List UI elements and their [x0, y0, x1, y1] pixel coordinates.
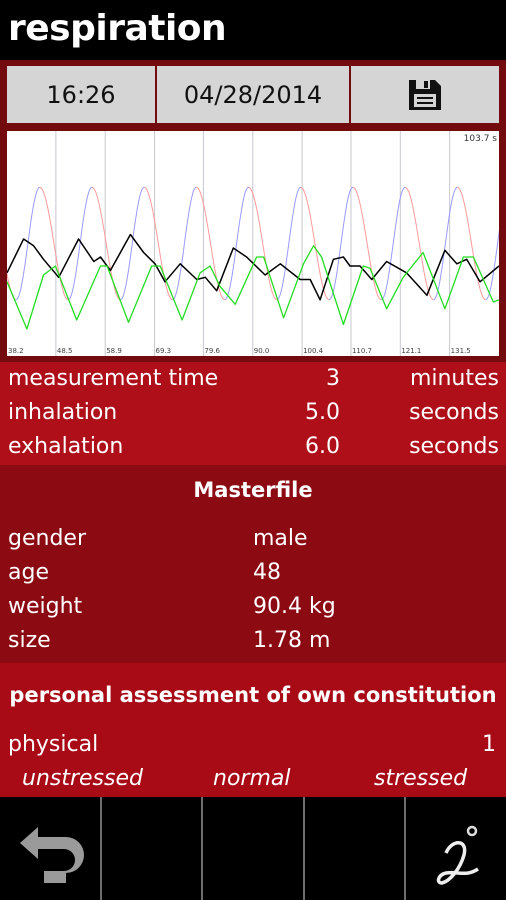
weight-row: weight 90.4 kg	[0, 594, 506, 628]
row-value: 48	[253, 560, 281, 585]
inhale-guide-curve	[172, 186, 197, 301]
window-label: 103.7 s	[464, 134, 498, 144]
masterfile-section: Masterfile gender male age 48 weight 90.4 k…	[0, 465, 506, 663]
x-tick-label: 90.0	[254, 347, 270, 355]
scale-unstressed[interactable]: unstressed	[22, 766, 143, 791]
time-button[interactable]: 16:26	[7, 66, 155, 123]
chart-frame: 16:26 04/28/2014 38.2 48.5 58.9 69.3 79.6 90.…	[0, 60, 506, 362]
row-value: 6.0	[305, 434, 340, 459]
x-tick-label: 48.5	[57, 347, 73, 355]
exhale-guide-curve	[39, 186, 69, 301]
row-value: 1.78 m	[253, 628, 331, 653]
row-label: weight	[8, 594, 83, 619]
row-value: 3	[326, 366, 340, 391]
exhale-guide-curve	[143, 186, 173, 301]
exhale-guide-curve	[300, 186, 330, 301]
row-value: male	[253, 526, 308, 551]
x-tick-label: 58.9	[106, 347, 122, 355]
exhale-guide-curve	[404, 186, 434, 301]
inhale-guide-curve	[120, 186, 145, 301]
age-row: age 48	[0, 560, 506, 594]
scale-stressed[interactable]: stressed	[374, 766, 467, 791]
bottom-bar	[0, 797, 506, 900]
stress-scale[interactable]: unstressed normal stressed	[0, 766, 506, 800]
respiration-chart: 38.2 48.5 58.9 69.3 79.6 90.0 100.4 110.7 121.1 1…	[4, 131, 502, 356]
chart-svg: 38.2 48.5 58.9 69.3 79.6 90.0 100.4 110.7 121.1 1…	[4, 131, 502, 356]
measurement-section: measurement time 3 minutes inhalation 5.…	[0, 362, 506, 465]
empty-slot	[201, 797, 303, 900]
exhale-guide-curve	[457, 186, 486, 301]
inhale-guide-curve	[328, 186, 354, 301]
row-value: 5.0	[305, 400, 340, 425]
back-button[interactable]	[0, 797, 100, 900]
empty-slot	[302, 797, 405, 900]
x-tick-label: 38.2	[8, 347, 24, 355]
app-header: respiration	[0, 0, 506, 60]
row-label: age	[8, 560, 49, 585]
size-row: size 1.78 m	[0, 628, 506, 662]
scale-normal[interactable]: normal	[213, 766, 290, 791]
row-unit: minutes	[409, 366, 499, 391]
row-label: measurement time	[8, 366, 219, 391]
info-button[interactable]	[404, 797, 506, 900]
assessment-title: personal assessment of own constitution	[9, 683, 497, 707]
row-label: gender	[8, 526, 86, 551]
row-label: inhalation	[8, 400, 118, 425]
masterfile-title: Masterfile	[193, 478, 313, 502]
physical-row[interactable]: physical 1	[0, 732, 506, 766]
exhale-guide-curve	[91, 186, 121, 301]
row-label: size	[8, 628, 51, 653]
inhale-guide-curve	[15, 186, 40, 301]
info-icon	[437, 825, 480, 885]
back-arrow-icon	[20, 827, 84, 883]
row-unit: seconds	[409, 434, 499, 459]
inhale-guide-curve	[381, 186, 406, 301]
exhalation-row: exhalation 6.0 seconds	[0, 430, 506, 464]
x-tick-label: 121.1	[401, 347, 421, 355]
row-label: exhalation	[8, 434, 124, 459]
floppy-disk-icon	[409, 79, 441, 110]
measurement-time-row: measurement time 3 minutes	[0, 362, 506, 396]
empty-slot	[99, 797, 202, 900]
gender-row: gender male	[0, 526, 506, 560]
x-tick-label: 100.4	[303, 347, 324, 355]
save-button[interactable]	[351, 66, 499, 123]
row-unit: seconds	[409, 400, 499, 425]
inhale-guide-curve	[276, 186, 301, 301]
inhale-guide-curve	[67, 186, 93, 301]
x-tick-label: 110.7	[352, 347, 372, 355]
assessment-section: personal assessment of own constitution …	[0, 663, 506, 797]
x-tick-label: 131.5	[451, 347, 471, 355]
x-tick-label: 79.6	[204, 347, 220, 355]
page-title: respiration	[8, 8, 227, 49]
inhalation-row: inhalation 5.0 seconds	[0, 396, 506, 430]
row-value: 90.4 kg	[253, 594, 336, 619]
date-button[interactable]: 04/28/2014	[157, 66, 349, 123]
x-tick-label: 69.3	[156, 347, 172, 355]
physical-label: physical	[8, 732, 99, 757]
physical-value: 1	[482, 732, 496, 757]
